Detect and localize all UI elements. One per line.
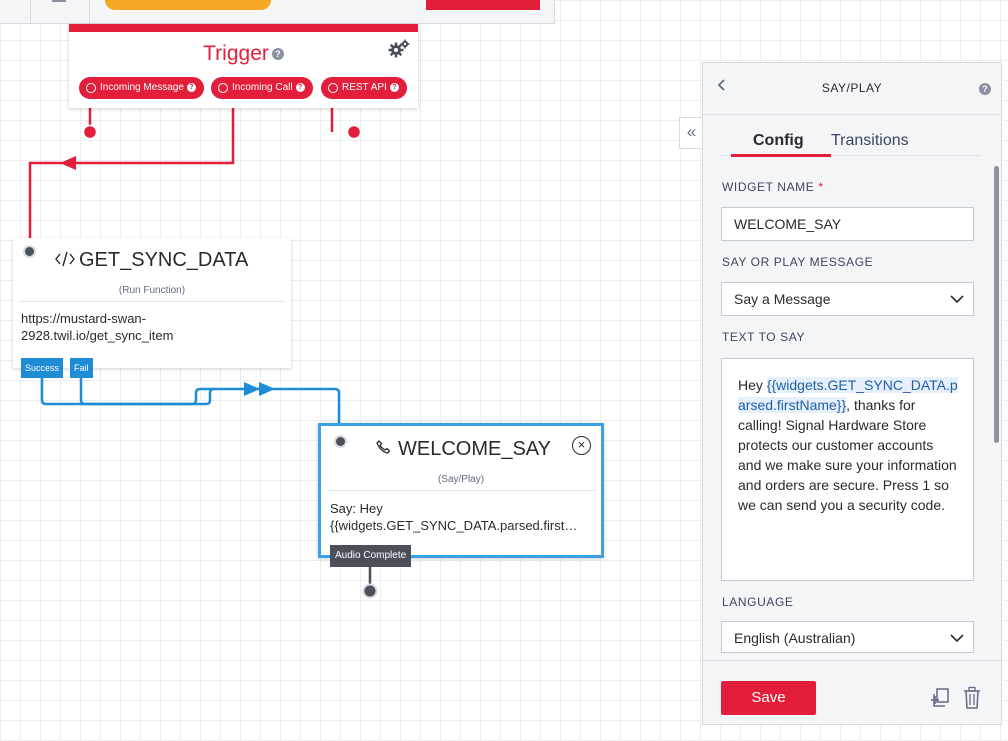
port-ring-icon xyxy=(328,83,338,93)
widget-name-label: WIDGET NAME * xyxy=(722,180,824,194)
say-play-select[interactable]: Say a Message xyxy=(721,282,974,316)
port-endpoint[interactable] xyxy=(82,124,98,140)
text-to-say-label: TEXT TO SAY xyxy=(722,330,806,344)
welcome-say-widget[interactable]: WELCOME_SAY × (Say/Play) Say: Hey {{widg… xyxy=(318,423,604,558)
widget-type: (Say/Play) xyxy=(437,474,485,485)
panel-footer: Save xyxy=(703,660,1001,724)
trash-icon[interactable] xyxy=(961,686,983,710)
say-text-line: {{widgets.GET_SYNC_DATA.parsed.first… xyxy=(330,518,578,533)
help-icon: ? xyxy=(295,83,305,92)
fail-transition[interactable]: Fail xyxy=(70,358,93,378)
divider xyxy=(327,490,595,491)
label-text: WIDGET NAME xyxy=(722,180,815,194)
say-text-line: Say: Hey xyxy=(330,501,383,516)
success-transition[interactable]: Success xyxy=(21,358,64,378)
phone-icon xyxy=(376,440,391,454)
widget-body: https://mustard-swan- 2928.twil.io/get_s… xyxy=(21,310,173,344)
connector-fail xyxy=(79,378,215,406)
input-port[interactable] xyxy=(334,435,347,448)
input-port[interactable] xyxy=(23,245,36,258)
arrow-head xyxy=(259,382,275,396)
divider xyxy=(19,301,285,302)
function-url-line: https://mustard-swan- xyxy=(21,311,146,326)
help-icon[interactable]: ? xyxy=(979,83,991,95)
widget-title: GET_SYNC_DATA xyxy=(79,249,249,271)
language-select[interactable]: English (Australian) xyxy=(721,621,974,653)
help-icon: ? xyxy=(389,83,399,92)
tab-transitions[interactable]: Transitions xyxy=(831,132,909,156)
say-play-label: SAY OR PLAY MESSAGE xyxy=(722,255,874,269)
widget-config-panel: SAY/PLAY ? Config Transitions WIDGET NAM… xyxy=(702,62,1002,725)
connector-incoming-call xyxy=(28,98,235,246)
trigger-rest-api[interactable]: REST API? xyxy=(321,77,407,99)
pill-label: Incoming Message xyxy=(100,82,184,93)
help-icon: ? xyxy=(186,83,196,92)
help-icon[interactable]: ? xyxy=(271,48,284,60)
get-sync-data-widget[interactable]: GET_SYNC_DATA (Run Function) https://mus… xyxy=(13,238,291,368)
widget-title: WELCOME_SAY xyxy=(398,438,551,460)
function-url-line: 2928.twil.io/get_sync_item xyxy=(21,328,174,343)
text-segment: , thanks for calling! Signal Hardware St… xyxy=(738,397,957,513)
select-value: Say a Message xyxy=(734,291,831,307)
trigger-incoming-message[interactable]: Incoming Message? xyxy=(79,77,204,99)
widget-body: Say: Hey {{widgets.GET_SYNC_DATA.parsed.… xyxy=(330,500,596,534)
close-icon[interactable]: × xyxy=(572,436,591,455)
chevron-down-icon xyxy=(950,634,964,643)
language-label: LANGUAGE xyxy=(722,595,794,609)
port-endpoint[interactable] xyxy=(346,124,362,140)
port-endpoint[interactable] xyxy=(362,583,378,599)
select-value: English (Australian) xyxy=(734,630,856,646)
flow-canvas[interactable]: Trigger? Incoming Message? Incoming Call… xyxy=(0,0,1008,741)
required-marker: * xyxy=(818,180,824,194)
active-tab-indicator xyxy=(731,154,831,157)
audio-complete-transition[interactable]: Audio Complete xyxy=(330,545,412,567)
text-segment: Hey xyxy=(738,377,767,393)
connector-success xyxy=(40,378,341,426)
port-ring-icon xyxy=(218,83,228,93)
trigger-widget[interactable]: Trigger? Incoming Message? Incoming Call… xyxy=(69,24,418,108)
tab-config[interactable]: Config xyxy=(753,132,804,156)
port-ring-icon xyxy=(86,83,96,93)
code-icon xyxy=(55,251,75,267)
text-to-say-textarea[interactable]: Hey {{widgets.GET_SYNC_DATA.parsed.first… xyxy=(721,358,974,581)
pill-label: Incoming Call xyxy=(232,82,293,93)
collapse-panel-icon[interactable]: « xyxy=(679,117,703,149)
gear-icon[interactable] xyxy=(388,38,410,60)
connector-lines xyxy=(28,98,378,599)
trigger-incoming-call[interactable]: Incoming Call? xyxy=(211,77,313,99)
arrow-head xyxy=(244,382,260,396)
save-button[interactable]: Save xyxy=(721,681,816,715)
panel-title: SAY/PLAY xyxy=(821,81,883,95)
trigger-title: Trigger? xyxy=(69,42,418,66)
duplicate-icon[interactable] xyxy=(930,686,952,710)
widget-name-input[interactable]: WELCOME_SAY xyxy=(721,207,974,241)
panel-header: SAY/PLAY ? xyxy=(703,63,1001,115)
panel-scrollbar[interactable] xyxy=(994,166,999,443)
widget-type: (Run Function) xyxy=(118,285,186,296)
trigger-title-text: Trigger xyxy=(203,42,269,65)
pill-label: REST API xyxy=(342,82,387,93)
chevron-down-icon xyxy=(950,295,964,304)
panel-tabs: Config Transitions xyxy=(721,132,981,157)
arrow-head xyxy=(60,156,76,170)
